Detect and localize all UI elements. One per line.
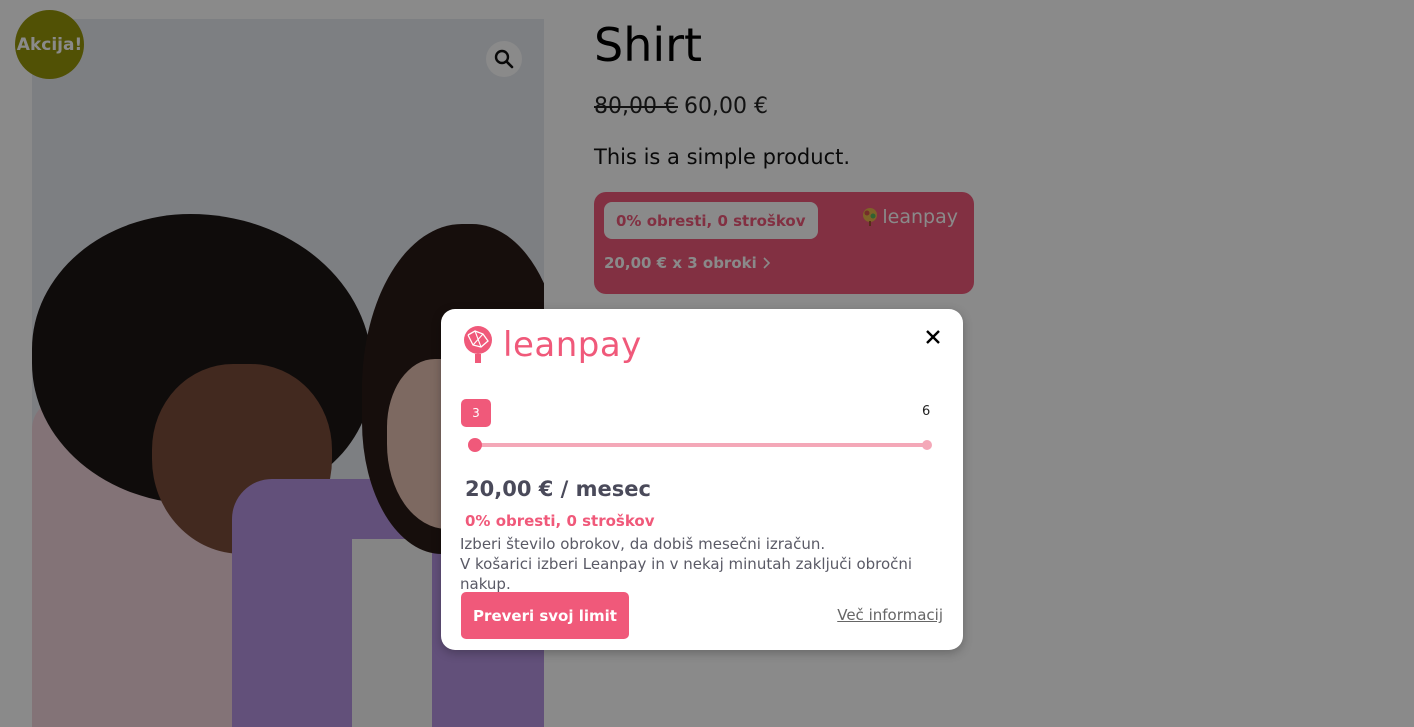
modal-logo-text: leanpay	[503, 325, 642, 365]
monthly-amount: 20,00 € / mesec	[465, 477, 651, 501]
leanpay-logo-icon	[464, 326, 492, 363]
installments-slider[interactable]	[475, 443, 927, 447]
close-button[interactable]	[921, 325, 945, 349]
modal-logo: leanpay	[461, 325, 642, 365]
leanpay-modal: leanpay 3 6 20,00 € / mesec 0% obresti, …	[441, 309, 963, 650]
close-icon	[926, 330, 940, 344]
info-line-1: Izberi število obrokov, da dobiš mesečni…	[460, 535, 826, 553]
slider-end-marker	[922, 440, 932, 450]
no-interest-label: 0% obresti, 0 stroškov	[465, 512, 655, 530]
slider-thumb[interactable]	[468, 438, 482, 452]
more-info-link[interactable]: Več informacij	[837, 606, 943, 624]
slider-max-label: 6	[922, 404, 931, 419]
info-text: Izberi število obrokov, da dobiš mesečni…	[460, 534, 963, 594]
info-line-2: V košarici izberi Leanpay in v nekaj min…	[460, 555, 913, 593]
check-limit-button[interactable]: Preveri svoj limit	[461, 592, 629, 639]
slider-value-label: 3	[461, 399, 491, 427]
